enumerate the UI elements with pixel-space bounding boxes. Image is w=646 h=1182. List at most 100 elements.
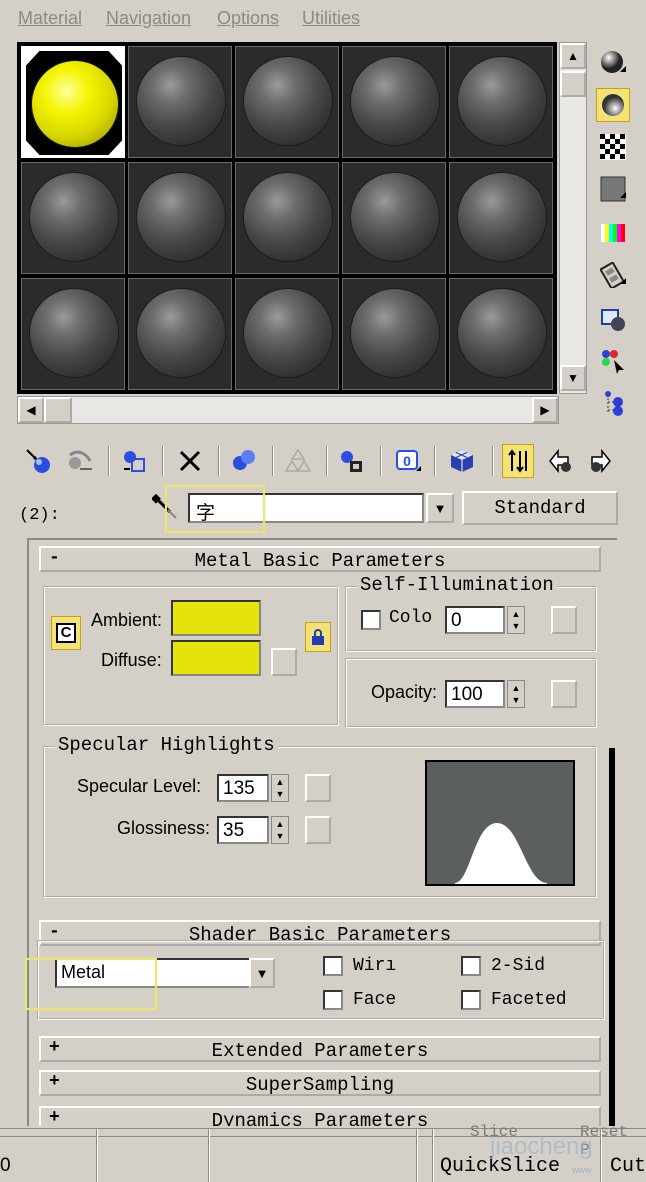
make-unique-button[interactable] <box>282 444 314 478</box>
self-illumination-value-input[interactable]: 0 <box>445 606 505 634</box>
cut-button[interactable]: Cut <box>610 1155 646 1178</box>
wire-checkbox[interactable] <box>323 956 343 976</box>
material-sphere <box>244 173 332 261</box>
material-sphere <box>458 289 546 377</box>
put-to-scene-button[interactable] <box>64 444 96 478</box>
sample-slot-10[interactable] <box>449 162 553 274</box>
sample-slot-11[interactable] <box>21 278 125 390</box>
spin-down-icon: ▼ <box>511 695 521 705</box>
toolbar-separator <box>492 446 494 476</box>
face-map-checkbox[interactable] <box>323 990 343 1010</box>
glossiness-input[interactable]: 35 <box>217 816 269 844</box>
specular-level-spinner[interactable]: ▲ ▼ <box>271 774 289 802</box>
go-to-parent-button[interactable] <box>544 444 576 478</box>
supersampling-rollout-header[interactable]: + SuperSampling <box>39 1070 601 1096</box>
sample-slot-14[interactable] <box>342 278 446 390</box>
sample-slot-9[interactable] <box>342 162 446 274</box>
material-name-dropdown-button[interactable]: ▼ <box>426 493 454 523</box>
self-illumination-map-button[interactable] <box>551 606 577 634</box>
show-end-result-button[interactable] <box>502 444 534 478</box>
scroll-right-button[interactable]: ▶ <box>532 397 558 423</box>
go-forward-to-sibling-button[interactable] <box>584 444 616 478</box>
reset-map-button[interactable] <box>174 444 206 478</box>
glossiness-spinner[interactable]: ▲ ▼ <box>271 816 289 844</box>
sample-slot-4[interactable] <box>342 46 446 158</box>
sample-slot-8[interactable] <box>235 162 339 274</box>
sample-slot-3[interactable] <box>235 46 339 158</box>
put-to-scene-icon <box>69 450 92 470</box>
menu-options[interactable]: Options <box>217 8 279 29</box>
toolbar-separator <box>218 446 220 476</box>
parameters-panel: - Metal Basic Parameters C Ambient: Diff… <box>27 538 617 1126</box>
scroll-up-button[interactable]: ▲ <box>560 43 586 69</box>
opacity-map-button[interactable] <box>551 680 577 708</box>
put-to-library-button[interactable] <box>336 444 368 478</box>
make-unique-icon <box>284 448 312 472</box>
opacity-label: Opacity: <box>371 682 438 702</box>
material-navigator-button[interactable] <box>596 386 630 420</box>
video-color-check-button[interactable] <box>596 216 630 250</box>
footer-separator <box>432 1129 434 1182</box>
highlight-box <box>165 485 265 533</box>
make-preview-button[interactable] <box>596 258 630 292</box>
opacity-value-input[interactable]: 100 <box>445 680 505 708</box>
lock-toggle-label: C <box>56 623 76 643</box>
backlight-button[interactable] <box>596 88 630 122</box>
shader-dropdown-button[interactable]: ▼ <box>249 958 275 988</box>
ambient-color-swatch[interactable] <box>171 600 261 636</box>
material-type-button[interactable]: Standard <box>462 491 618 525</box>
rollout-title: Extended Parameters <box>211 1040 429 1062</box>
sample-slot-15[interactable] <box>449 278 553 390</box>
options-button[interactable] <box>596 302 630 336</box>
toolbar-separator <box>272 446 274 476</box>
diffuse-color-swatch[interactable] <box>171 640 261 676</box>
slots-vertical-scrollbar[interactable]: ▲ ▼ <box>559 42 587 394</box>
menu-navigation[interactable]: Navigation <box>106 8 191 29</box>
material-effects-channel-button[interactable]: 0 <box>392 444 424 478</box>
self-illumination-color-checkbox[interactable] <box>361 610 381 630</box>
uv-tiling-button[interactable] <box>596 172 630 206</box>
scroll-down-button[interactable]: ▼ <box>560 365 586 391</box>
specular-level-map-button[interactable] <box>305 774 331 802</box>
toolbar-separator <box>380 446 382 476</box>
sample-slot-5[interactable] <box>449 46 553 158</box>
scroll-left-button[interactable]: ◀ <box>18 397 44 423</box>
glossiness-map-button[interactable] <box>305 816 331 844</box>
self-illumination-color-label: Colo <box>389 608 433 628</box>
sample-slot-7[interactable] <box>128 162 232 274</box>
sample-slot-1[interactable] <box>21 46 125 158</box>
specular-level-input[interactable]: 135 <box>217 774 269 802</box>
lock-button[interactable] <box>305 622 331 652</box>
checker-cube-icon <box>451 450 473 472</box>
diffuse-map-button[interactable] <box>271 648 297 676</box>
scroll-thumb[interactable] <box>560 71 586 97</box>
sample-slot-6[interactable] <box>21 162 125 274</box>
assign-to-selection-button[interactable] <box>118 444 150 478</box>
material-sphere <box>30 173 118 261</box>
extended-parameters-rollout-header[interactable]: + Extended Parameters <box>39 1036 601 1062</box>
opacity-spinner[interactable]: ▲ ▼ <box>507 680 525 708</box>
show-map-in-viewport-button[interactable] <box>446 444 478 478</box>
sample-slot-13[interactable] <box>235 278 339 390</box>
sample-slot-2[interactable] <box>128 46 232 158</box>
faceted-checkbox[interactable] <box>461 990 481 1010</box>
two-sided-checkbox[interactable] <box>461 956 481 976</box>
background-button[interactable] <box>596 130 630 164</box>
get-material-button[interactable] <box>22 444 54 478</box>
spin-up-icon: ▲ <box>275 819 285 829</box>
select-by-material-button[interactable] <box>596 344 630 378</box>
metal-basic-parameters-rollout-header[interactable]: - Metal Basic Parameters <box>39 546 601 572</box>
specular-level-label: Specular Level: <box>77 776 202 796</box>
sample-type-button[interactable] <box>596 46 630 80</box>
slots-horizontal-scrollbar[interactable]: ◀ ▶ <box>17 396 559 424</box>
scroll-thumb[interactable] <box>44 397 72 423</box>
panel-scrollbar[interactable] <box>609 748 615 1126</box>
ambient-diffuse-lock-toggle[interactable]: C <box>51 616 81 650</box>
material-sphere <box>30 289 118 377</box>
sample-slot-12[interactable] <box>128 278 232 390</box>
self-illumination-spinner[interactable]: ▲ ▼ <box>507 606 525 634</box>
footer-value: 0 <box>0 1155 11 1176</box>
make-copy-button[interactable] <box>228 444 260 478</box>
menu-material[interactable]: Material <box>18 8 82 29</box>
menu-utilities[interactable]: Utilities <box>302 8 360 29</box>
